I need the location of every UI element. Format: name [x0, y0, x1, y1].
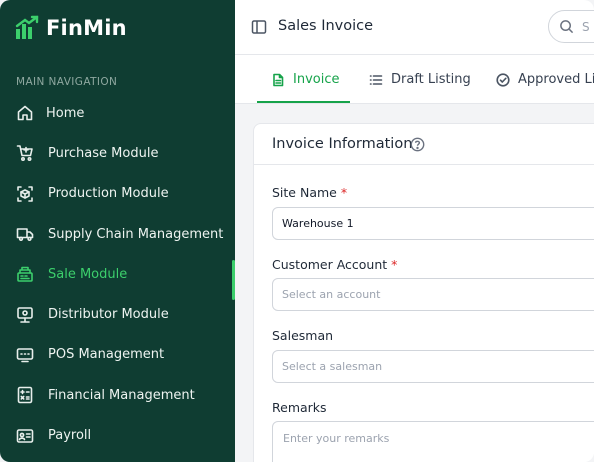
- home-icon: [16, 104, 34, 122]
- app-window: FinMin MAIN NAVIGATION Home Purchase Mod…: [0, 0, 594, 462]
- salesman-select[interactable]: Select a salesman: [272, 350, 594, 383]
- help-icon[interactable]: [410, 137, 425, 152]
- sidebar-item-label: Sale Module: [48, 266, 128, 282]
- sidebar-toggle-icon[interactable]: [251, 19, 267, 35]
- page-title: Sales Invoice: [278, 18, 374, 34]
- brand[interactable]: FinMin: [14, 14, 127, 42]
- check-circle-icon: [496, 72, 510, 87]
- id-card-icon: [16, 427, 34, 445]
- sidebar-item-label: Purchase Module: [48, 145, 159, 161]
- finmin-logo-icon: [15, 15, 39, 39]
- production-icon: [16, 185, 34, 203]
- sidebar-item-pos-management[interactable]: POS Management: [0, 335, 235, 375]
- tab-label: Invoice: [293, 72, 340, 87]
- top-bar: Sales Invoice S: [235, 0, 594, 55]
- sidebar-item-financial-management[interactable]: Financial Management: [0, 375, 235, 415]
- sidebar-item-label: Distributor Module: [48, 307, 169, 323]
- site-name-label: Site Name *: [272, 185, 347, 200]
- remarks-label-text: Remarks: [272, 400, 327, 415]
- sidebar-item-label: Production Module: [48, 186, 169, 202]
- sidebar-item-purchase-module[interactable]: Purchase Module: [0, 133, 235, 173]
- sidebar-item-label: POS Management: [48, 347, 165, 363]
- tab-label: Draft Listing: [391, 72, 471, 87]
- truck-icon: [16, 225, 34, 243]
- customer-account-placeholder: Select an account: [282, 288, 381, 301]
- calculator-icon: [16, 386, 34, 404]
- salesman-placeholder: Select a salesman: [282, 360, 383, 373]
- sidebar-item-home[interactable]: Home: [0, 93, 235, 133]
- file-icon: [273, 73, 284, 86]
- site-name-field[interactable]: Warehouse 1: [272, 207, 594, 240]
- register-icon: [16, 265, 34, 283]
- invoice-information-card: Invoice Information Site Name * Warehouse…: [253, 123, 594, 462]
- cart-icon: [16, 144, 34, 162]
- sidebar-item-sale-module[interactable]: Sale Module: [0, 254, 235, 301]
- site-name-value: Warehouse 1: [282, 217, 354, 230]
- sidebar-item-supply-chain-management[interactable]: Supply Chain Management: [0, 214, 235, 254]
- active-tab-indicator: [257, 101, 350, 103]
- search-input[interactable]: S: [548, 10, 594, 43]
- sidebar-item-label: Home: [46, 105, 85, 121]
- search-icon: [560, 20, 574, 34]
- main-content: Invoice Information Site Name * Warehouse…: [235, 104, 594, 462]
- monitor-icon: [16, 346, 34, 364]
- salesman-label-text: Salesman: [272, 328, 334, 343]
- remarks-placeholder: Enter your remarks: [283, 432, 390, 445]
- card-title: Invoice Information: [272, 136, 413, 152]
- required-marker: *: [391, 257, 398, 272]
- customer-account-label: Customer Account *: [272, 257, 397, 272]
- required-marker: *: [340, 185, 348, 200]
- remarks-textarea[interactable]: Enter your remarks: [272, 421, 594, 462]
- brand-name: FinMin: [46, 16, 127, 40]
- tab-draft-listing[interactable]: Draft Listing: [369, 55, 471, 104]
- sidebar: FinMin MAIN NAVIGATION Home Purchase Mod…: [0, 0, 235, 462]
- sidebar-item-distributor-module[interactable]: Distributor Module: [0, 294, 235, 334]
- customer-account-select[interactable]: Select an account: [272, 278, 594, 311]
- card-header: Invoice Information: [254, 124, 594, 165]
- remarks-label: Remarks: [272, 400, 327, 415]
- customer-account-label-text: Customer Account: [272, 257, 388, 272]
- sidebar-item-label: Payroll: [48, 428, 92, 444]
- sidebar-item-production-module[interactable]: Production Module: [0, 174, 235, 214]
- nav-heading: MAIN NAVIGATION: [16, 76, 118, 88]
- salesman-label: Salesman: [272, 328, 333, 343]
- main-navigation: Home Purchase Module Production Module S…: [0, 93, 235, 456]
- tab-approved-listing[interactable]: Approved Lis: [496, 55, 594, 104]
- distributor-icon: [16, 306, 34, 324]
- tab-bar: Invoice Draft Listing Approved Lis: [235, 55, 594, 104]
- search-placeholder: S: [582, 19, 590, 34]
- sidebar-item-payroll[interactable]: Payroll: [0, 415, 235, 455]
- tab-label: Approved Lis: [518, 72, 594, 87]
- list-icon: [369, 74, 383, 85]
- sidebar-item-label: Supply Chain Management: [48, 226, 224, 242]
- tab-invoice[interactable]: Invoice: [271, 55, 339, 104]
- sidebar-item-label: Financial Management: [48, 387, 195, 403]
- site-name-label-text: Site Name: [272, 185, 337, 200]
